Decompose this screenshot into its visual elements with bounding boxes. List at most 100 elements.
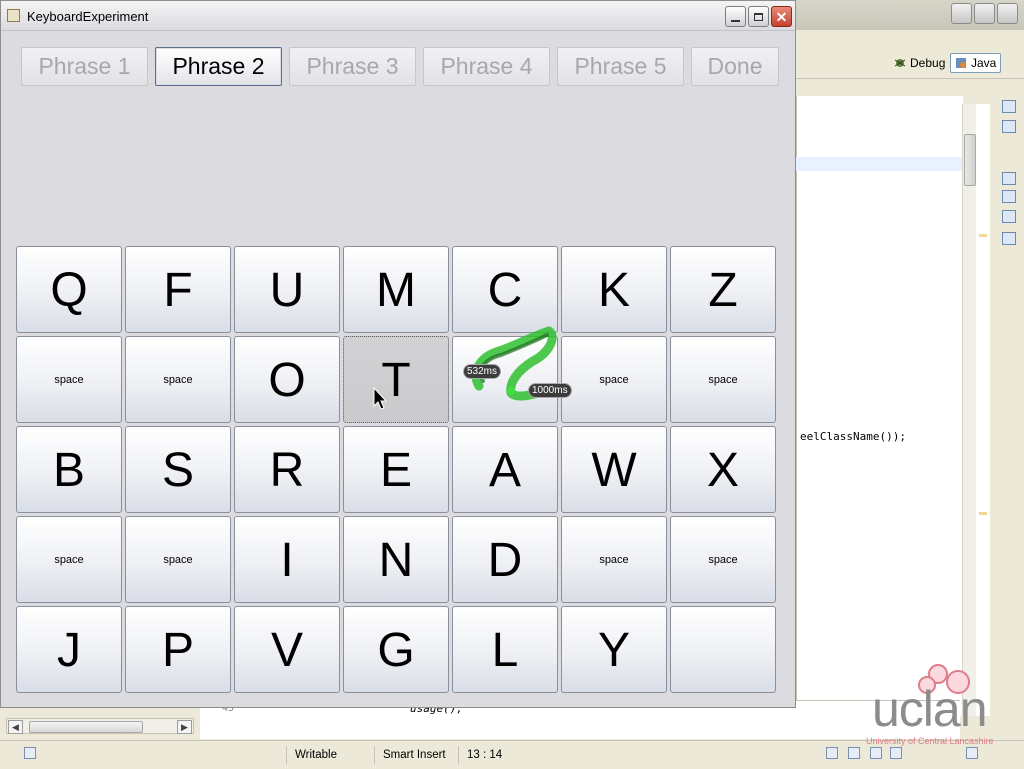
scrollbar-thumb[interactable] (964, 134, 976, 186)
status-insert-mode: Smart Insert (374, 746, 454, 764)
key-label: T (381, 354, 411, 407)
key-label: B (52, 444, 85, 497)
ide-minimize-button[interactable] (951, 3, 972, 24)
phrase-button-6[interactable]: Done (691, 47, 779, 86)
key-y[interactable]: Y (561, 606, 667, 693)
restore-view-icon[interactable] (1002, 100, 1016, 113)
close-button[interactable]: ✕ (771, 6, 792, 27)
key-label: L (491, 624, 519, 677)
key-label: M (376, 264, 416, 317)
phrase-button-1[interactable]: Phrase 1 (21, 47, 148, 86)
key-r[interactable]: R (234, 426, 340, 513)
key-m[interactable]: M (343, 246, 449, 333)
scroll-right-button[interactable]: ▶ (177, 720, 192, 734)
scrollbar-thumb[interactable] (29, 721, 143, 733)
overview-ruler (976, 104, 990, 716)
key-a[interactable]: A (452, 426, 558, 513)
key-c[interactable]: C (452, 246, 558, 333)
space-key[interactable]: space (561, 336, 667, 423)
key-label: J (57, 624, 81, 677)
code-editor[interactable] (796, 96, 963, 716)
key-o[interactable]: O (234, 336, 340, 423)
key-i[interactable]: I (234, 516, 340, 603)
ide-restore-button[interactable] (974, 3, 995, 24)
key-label: F (163, 264, 193, 317)
key-label: G (377, 624, 415, 677)
maximize-icon (754, 12, 763, 21)
maximize-button[interactable] (748, 6, 769, 27)
perspective-java-button[interactable]: Java (950, 53, 1002, 73)
space-key[interactable]: space (561, 516, 667, 603)
phrase-button-3[interactable]: Phrase 3 (289, 47, 416, 86)
key-e[interactable]: E (343, 426, 449, 513)
space-key[interactable]: space (125, 516, 231, 603)
key-label: O (268, 354, 306, 407)
key-label: space (163, 374, 193, 386)
key-n[interactable]: N (343, 516, 449, 603)
gesture-timing-label: 1000ms (528, 383, 572, 398)
console-icon[interactable] (1002, 232, 1016, 245)
space-key[interactable]: space (16, 516, 122, 603)
key-label: Z (708, 264, 738, 317)
restore-icon[interactable] (826, 747, 838, 759)
key-label: Q (50, 264, 88, 317)
window-controls: ✕ (725, 6, 792, 27)
space-key[interactable]: space (670, 516, 776, 603)
phrase-button-4[interactable]: Phrase 4 (423, 47, 550, 86)
minimize-button[interactable] (725, 6, 746, 27)
key-g[interactable]: G (343, 606, 449, 693)
current-line-highlight (796, 157, 962, 171)
key-x[interactable]: X (670, 426, 776, 513)
key-label: U (269, 264, 305, 317)
blank-key[interactable] (670, 606, 776, 693)
debug-view-icon[interactable] (1002, 190, 1016, 203)
space-key[interactable]: space (16, 336, 122, 423)
key-w[interactable]: W (561, 426, 667, 513)
key-j[interactable]: J (16, 606, 122, 693)
right-view-toolbar (994, 80, 1024, 260)
horizontal-scrollbar[interactable]: ◀ ▶ (6, 718, 194, 734)
window-title: KeyboardExperiment (27, 9, 149, 24)
window-titlebar[interactable]: KeyboardExperiment ✕ (1, 1, 795, 31)
help-icon[interactable] (1002, 210, 1016, 223)
java-app-icon (7, 9, 20, 22)
overview-marker[interactable] (979, 512, 987, 515)
key-b[interactable]: B (16, 426, 122, 513)
minimize-icon (731, 19, 740, 22)
key-label: D (487, 534, 523, 587)
key-label: C (487, 264, 523, 317)
ide-close-button[interactable] (997, 3, 1018, 24)
blank-key[interactable] (452, 336, 558, 423)
space-key[interactable]: space (670, 336, 776, 423)
key-s[interactable]: S (125, 426, 231, 513)
fast-view-icon[interactable] (24, 747, 36, 759)
editor-vertical-scrollbar[interactable] (962, 104, 977, 716)
restore-view-icon[interactable] (1002, 172, 1016, 185)
key-k[interactable]: K (561, 246, 667, 333)
key-label: space (54, 554, 84, 566)
key-label: space (599, 374, 629, 386)
key-label: V (270, 624, 303, 677)
key-u[interactable]: U (234, 246, 340, 333)
key-label: space (708, 554, 738, 566)
key-p[interactable]: P (125, 606, 231, 693)
scroll-left-button[interactable]: ◀ (8, 720, 23, 734)
phrase-button-row: Phrase 1 Phrase 2 Phrase 3 Phrase 4 Phrase 5… (21, 47, 779, 87)
space-key[interactable]: space (125, 336, 231, 423)
phrase-button-5[interactable]: Phrase 5 (557, 47, 684, 86)
key-t[interactable]: T (343, 336, 449, 423)
key-d[interactable]: D (452, 516, 558, 603)
key-l[interactable]: L (452, 606, 558, 693)
key-q[interactable]: Q (16, 246, 122, 333)
perspective-debug-button[interactable]: Debug (890, 53, 949, 73)
outline-icon[interactable] (1002, 120, 1016, 133)
restore-icon[interactable] (848, 747, 860, 759)
key-v[interactable]: V (234, 606, 340, 693)
java-perspective-icon (955, 57, 967, 69)
status-cursor-position: 13 : 14 (458, 746, 510, 764)
key-f[interactable]: F (125, 246, 231, 333)
phrase-button-2[interactable]: Phrase 2 (155, 47, 282, 86)
overview-marker[interactable] (979, 234, 987, 237)
key-label: space (163, 554, 193, 566)
key-z[interactable]: Z (670, 246, 776, 333)
